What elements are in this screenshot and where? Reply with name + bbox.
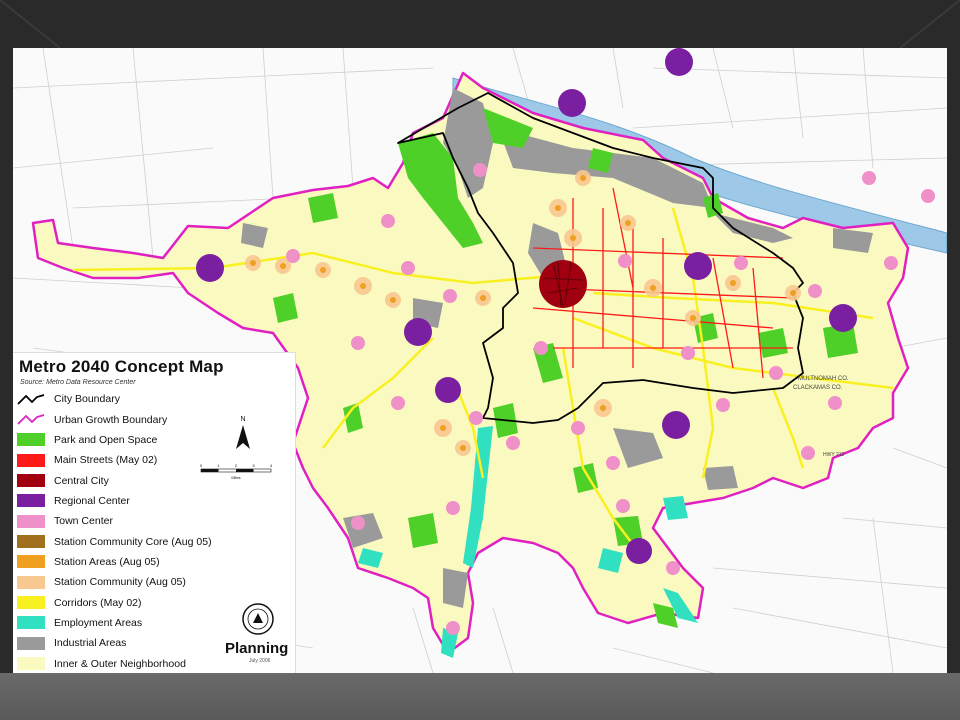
- legend-item: Central City: [17, 470, 212, 490]
- legend-label: Station Areas (Aug 05): [54, 555, 160, 568]
- legend-label: Industrial Areas: [54, 637, 127, 650]
- legend-label: Central City: [54, 474, 109, 487]
- legend-item: City Boundary: [17, 389, 212, 409]
- legend-item: Corridors (May 02): [17, 592, 212, 612]
- legend-item: Main Streets (May 02): [17, 450, 212, 470]
- legend-label: Park and Open Space: [54, 433, 158, 446]
- legend-label: Station Community Core (Aug 05): [54, 535, 212, 548]
- legend-item: Employment Areas: [17, 613, 212, 633]
- legend-item: Station Community (Aug 05): [17, 572, 212, 592]
- legend-list: City Boundary Urban Growth Boundary Park a…: [17, 389, 212, 674]
- legend-item: Inner & Outer Neighborhood: [17, 653, 212, 673]
- legend-label: Corridors (May 02): [54, 596, 142, 609]
- legend-swatch: [17, 636, 45, 650]
- county-label: MULTNOMAH CO.: [798, 376, 849, 382]
- legend-label: Station Community (Aug 05): [54, 576, 186, 589]
- legend-swatch: [17, 433, 45, 447]
- legend-swatch: [17, 393, 45, 405]
- svg-text:1: 1: [217, 463, 220, 468]
- legend-swatch: [17, 596, 45, 610]
- legend-swatch: [17, 414, 45, 425]
- legend-label: City Boundary: [54, 393, 120, 406]
- legend-item: Industrial Areas: [17, 633, 212, 653]
- svg-text:Miles: Miles: [231, 475, 240, 480]
- county-label: CLACKAMAS CO.: [793, 385, 843, 391]
- legend-item: Town Center: [17, 511, 212, 531]
- legend-item: Urban Growth Boundary: [17, 409, 212, 429]
- map-title: Metro 2040 Concept Map: [19, 357, 224, 376]
- svg-text:3: 3: [252, 463, 255, 468]
- highway-label: HWY 212: [823, 452, 845, 458]
- city-seal-icon: [242, 603, 274, 635]
- legend-swatch: [17, 616, 45, 630]
- legend-swatch: [17, 657, 45, 671]
- legend-label: Regional Center: [54, 494, 130, 507]
- legend-label: Employment Areas: [54, 616, 143, 629]
- svg-text:4: 4: [270, 463, 273, 468]
- legend-item: Station Community Core (Aug 05): [17, 531, 212, 551]
- planning-credit: Planning: [225, 640, 289, 657]
- legend-swatch: [17, 453, 45, 467]
- legend-swatch: [17, 555, 45, 569]
- legend-swatch: [17, 535, 45, 549]
- legend-label: Inner & Outer Neighborhood: [54, 657, 186, 670]
- legend-swatch: [17, 474, 45, 488]
- legend-item: Regional Center: [17, 491, 212, 511]
- legend-label: Main Streets (May 02): [54, 454, 158, 467]
- legend-swatch: [17, 575, 45, 589]
- north-arrow-icon: N: [236, 416, 250, 449]
- map-legend: Metro 2040 Concept Map Source: Metro Dat…: [13, 352, 296, 674]
- scale-bar: 0 1 2 3 4 Miles: [200, 463, 273, 480]
- legend-label: Urban Growth Boundary: [54, 413, 168, 426]
- legend-swatch: [17, 514, 45, 528]
- svg-text:N: N: [240, 416, 245, 423]
- legend-item: Station Areas (Aug 05): [17, 552, 212, 572]
- map-date: July 2006: [249, 658, 271, 664]
- legend-label: Town Center: [54, 515, 113, 528]
- legend-item: Park and Open Space: [17, 430, 212, 450]
- map-source: Source: Metro Data Resource Center: [20, 379, 136, 386]
- svg-text:0: 0: [200, 463, 203, 468]
- slide-bottom-bar: [0, 673, 960, 720]
- svg-text:2: 2: [235, 463, 238, 468]
- legend-swatch: [17, 494, 45, 508]
- central-city: [539, 260, 587, 308]
